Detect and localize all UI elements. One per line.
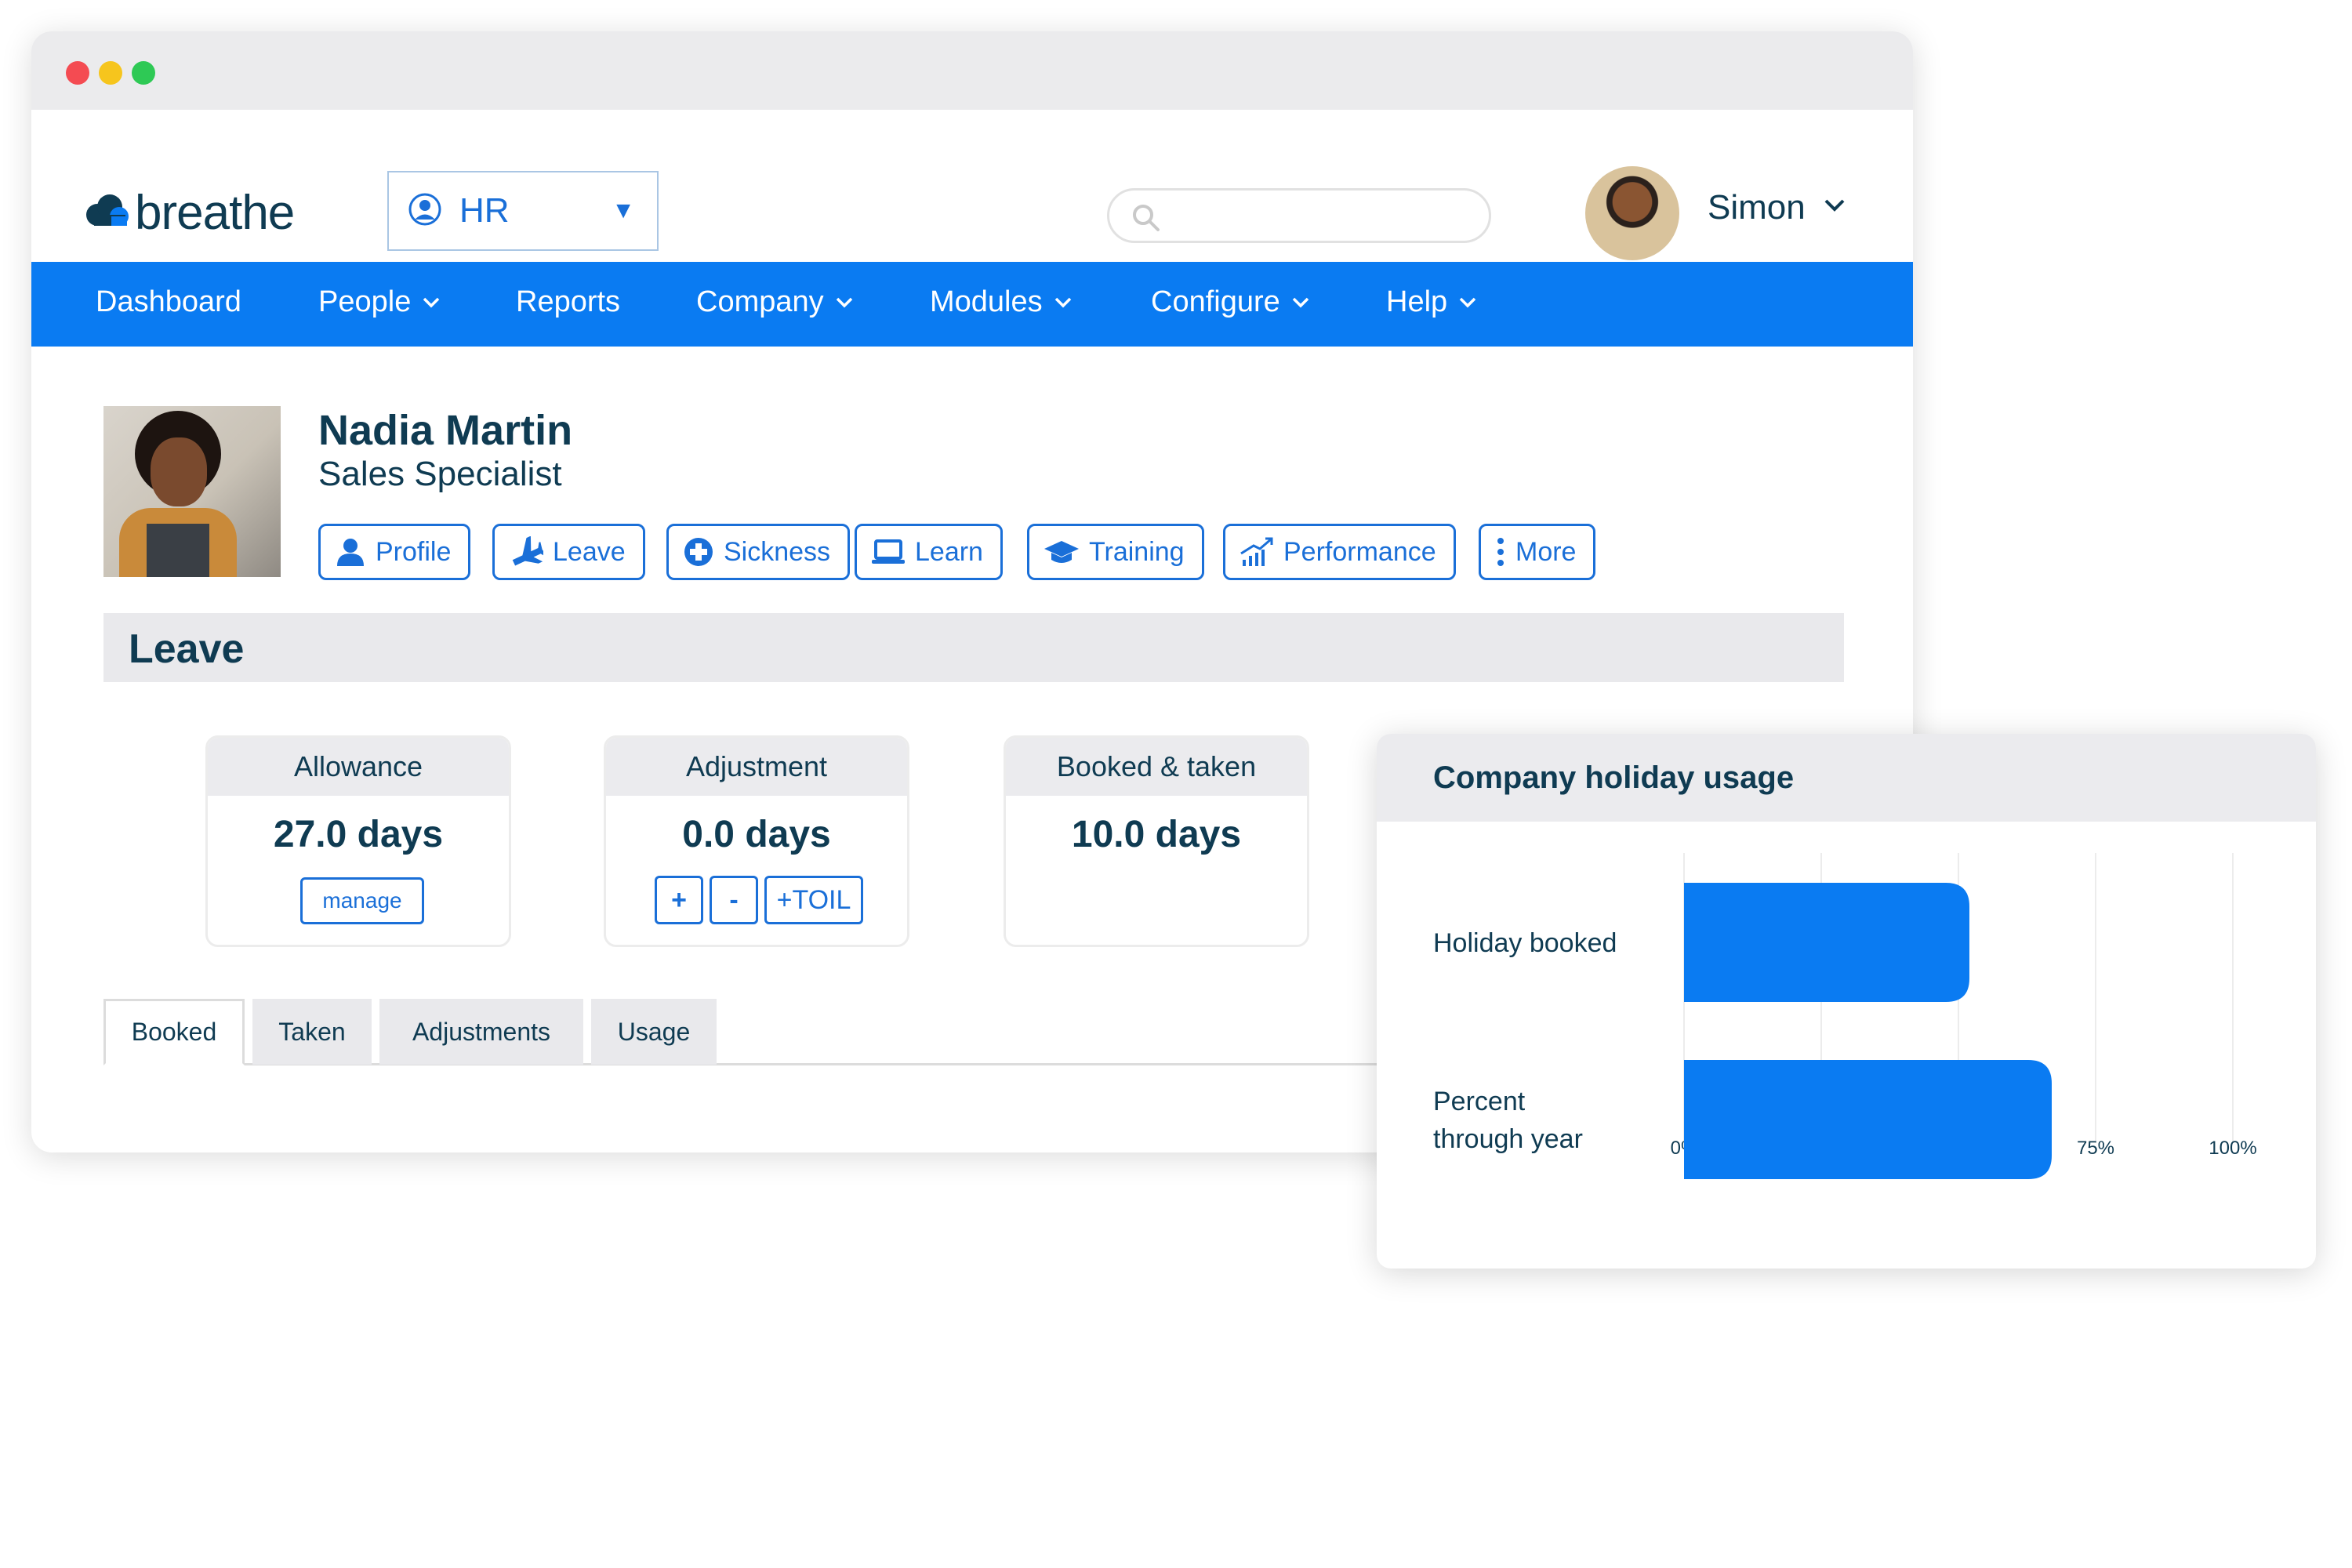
leave-button[interactable]: Leave: [492, 524, 645, 580]
section-title: Leave: [129, 626, 245, 672]
chart-title: Company holiday usage: [1433, 760, 1795, 795]
chart-bar: [1684, 1060, 2052, 1179]
holiday-usage-chart-card: Company holiday usage 0%25%50%75%100%Hol…: [1377, 734, 2316, 1269]
adjustment-value: 0.0 days: [682, 814, 831, 855]
title-bar: [31, 31, 1913, 110]
nav-reports[interactable]: Reports: [516, 285, 620, 319]
category-label: Percent through year: [1433, 1087, 1583, 1154]
employee-photo: [103, 406, 281, 577]
laptop-icon: [872, 539, 905, 564]
nav-configure[interactable]: Configure: [1151, 285, 1310, 319]
adjustment-title: Adjustment: [606, 738, 907, 796]
graduation-cap-icon: [1044, 541, 1079, 563]
tab-booked[interactable]: Booked: [103, 999, 245, 1065]
booked-taken-card: Booked & taken 10.0 days: [1004, 735, 1309, 947]
search-input[interactable]: [1107, 188, 1491, 243]
x-tick-label: 100%: [2209, 1138, 2256, 1159]
tab-taken[interactable]: Taken: [252, 999, 372, 1065]
chevron-down-icon: [1292, 297, 1309, 307]
holiday-usage-chart: 0%25%50%75%100%Holiday bookedPercentthro…: [1433, 853, 2257, 1179]
profile-button[interactable]: Profile: [318, 524, 471, 580]
brand-logo[interactable]: breathe: [83, 185, 295, 241]
booked-title: Booked & taken: [1006, 738, 1307, 796]
chevron-down-icon: [423, 297, 440, 307]
search-icon: [1133, 205, 1160, 231]
manage-button[interactable]: manage: [300, 877, 424, 924]
user-avatar[interactable]: [1585, 166, 1679, 260]
person-icon: [337, 539, 364, 566]
user-name[interactable]: Simon: [1708, 188, 1806, 227]
performance-button[interactable]: Performance: [1223, 524, 1456, 580]
growth-chart-icon: [1240, 537, 1273, 566]
learn-button[interactable]: Learn: [855, 524, 1003, 580]
more-button[interactable]: More: [1479, 524, 1596, 580]
chart-bar: [1684, 883, 1969, 1002]
employee-role: Sales Specialist: [318, 455, 562, 493]
nav-people[interactable]: People: [318, 285, 441, 319]
chart-header: Company holiday usage: [1377, 734, 2316, 822]
brand-name: breathe: [135, 186, 295, 240]
adjustment-card: Adjustment 0.0 days + - +TOIL: [604, 735, 909, 947]
chevron-down-icon: [1459, 297, 1476, 307]
sickness-button[interactable]: Sickness: [666, 524, 851, 580]
allowance-value: 27.0 days: [273, 814, 444, 855]
workspace-label: HR: [459, 191, 510, 230]
chevron-down-icon: [836, 297, 852, 307]
nav-modules[interactable]: Modules: [930, 285, 1073, 319]
training-button[interactable]: Training: [1027, 524, 1204, 580]
allowance-title: Allowance: [208, 738, 509, 796]
nav-help[interactable]: Help: [1386, 285, 1477, 319]
add-adjustment-button[interactable]: +: [655, 876, 703, 924]
add-toil-button[interactable]: +TOIL: [764, 876, 863, 924]
chevron-down-icon: [1054, 297, 1071, 307]
employee-name: Nadia Martin: [318, 407, 573, 454]
workspace-select[interactable]: HR ▼: [387, 171, 659, 251]
tab-usage[interactable]: Usage: [591, 999, 717, 1065]
maximize-window-button[interactable]: [132, 61, 155, 85]
allowance-card: Allowance 27.0 days manage: [205, 735, 511, 947]
cloud-icon: [83, 193, 132, 233]
nav-dashboard[interactable]: Dashboard: [96, 285, 241, 319]
user-circle-icon: [408, 192, 442, 230]
main-nav: Dashboard People Reports Company Modules…: [31, 262, 1913, 347]
airplane-icon: [512, 536, 543, 566]
top-bar: breathe HR ▼ Simon: [31, 110, 1913, 262]
nav-company[interactable]: Company: [696, 285, 854, 319]
medical-cross-icon: [684, 538, 713, 566]
tab-adjustments[interactable]: Adjustments: [379, 999, 583, 1065]
x-tick-label: 75%: [2077, 1138, 2114, 1159]
minimize-window-button[interactable]: [99, 61, 122, 85]
close-window-button[interactable]: [66, 61, 89, 85]
caret-down-icon: ▼: [612, 198, 635, 223]
booked-value: 10.0 days: [1071, 814, 1242, 855]
section-header: Leave: [103, 613, 1844, 682]
vertical-dots-icon: [1497, 538, 1504, 566]
category-label: Holiday booked: [1433, 928, 1617, 958]
chevron-down-icon[interactable]: [1824, 198, 1846, 217]
subtract-adjustment-button[interactable]: -: [710, 876, 758, 924]
